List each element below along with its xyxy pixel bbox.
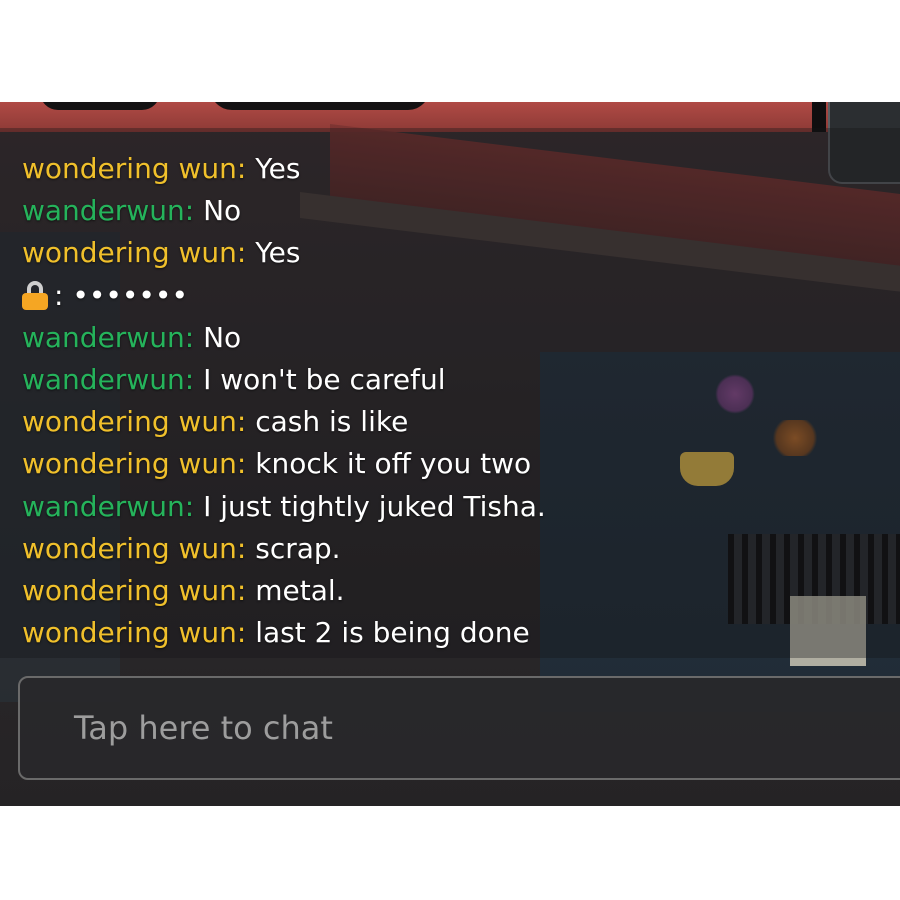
chat-message-text: No: [203, 320, 242, 354]
chat-message: wondering wun: knock it off you two: [22, 443, 882, 485]
chat-username[interactable]: wanderwun: [22, 194, 185, 227]
chat-input[interactable]: Tap here to chat: [18, 676, 900, 780]
chat-message: : •••••••: [22, 275, 882, 317]
chat-message-separator: :: [184, 320, 195, 354]
chat-message: wanderwun: No: [22, 317, 882, 359]
chat-message-text: scrap.: [255, 531, 341, 565]
chat-message-text: metal.: [255, 573, 345, 607]
chat-username[interactable]: wanderwun: [22, 490, 185, 523]
chat-username[interactable]: wondering wun: [22, 236, 237, 269]
chat-message: wondering wun: Yes: [22, 148, 882, 190]
chat-username[interactable]: wondering wun: [22, 405, 237, 438]
chat-username[interactable]: wanderwun: [22, 363, 185, 396]
chat-username[interactable]: wondering wun: [22, 447, 237, 480]
chat-message-separator: :: [236, 405, 247, 439]
chat-message-text: Yes: [255, 152, 301, 185]
lock-icon: [22, 280, 48, 310]
chat-message-separator: :: [184, 362, 195, 396]
chat-message-separator: :: [184, 489, 195, 523]
chat-message-text: Yes: [255, 236, 301, 270]
chat-username[interactable]: wondering wun: [22, 574, 237, 607]
chat-username[interactable]: wondering wun: [22, 532, 237, 565]
chat-message-text: knock it off you two: [255, 447, 532, 481]
chat-message-separator: :: [236, 573, 247, 607]
chat-message: wondering wun: cash is like: [22, 401, 882, 443]
chat-message: wanderwun: No: [22, 190, 882, 232]
chat-message-text: last 2 is being done: [255, 616, 530, 650]
chat-log: wondering wun: Yes wanderwun: No wondering…: [22, 148, 882, 654]
chat-message-separator: :: [236, 616, 247, 650]
chat-username[interactable]: wondering wun: [22, 616, 237, 649]
game-screen: wondering wun: Yes wanderwun: No wondering…: [0, 102, 900, 806]
chat-message-separator: :: [184, 194, 195, 228]
chat-message-separator: :: [236, 152, 247, 185]
chat-message-separator: :: [236, 531, 247, 565]
chat-message-separator: :: [236, 447, 247, 481]
roof-shadow: [40, 102, 160, 110]
chat-username[interactable]: wanderwun: [22, 321, 185, 354]
chat-message: wondering wun: metal.: [22, 570, 882, 612]
chat-message: wondering wun: last 2 is being done: [22, 612, 882, 654]
chat-message-text: cash is like: [255, 405, 409, 439]
chat-message: wondering wun: Yes: [22, 232, 882, 274]
chat-message-text: No: [203, 194, 242, 228]
chat-message-text: •••••••: [72, 278, 188, 312]
chat-message-separator: :: [54, 278, 64, 312]
chat-input-placeholder: Tap here to chat: [74, 709, 333, 747]
chat-username[interactable]: wondering wun: [22, 152, 237, 185]
chat-message-separator: :: [236, 236, 247, 270]
chat-message: wanderwun: I just tightly juked Tisha.: [22, 486, 882, 528]
chat-message: wondering wun: scrap.: [22, 528, 882, 570]
chat-message-text: I won't be careful: [203, 362, 446, 396]
chat-message-text: I just tightly juked Tisha.: [203, 489, 546, 523]
roof-shadow: [210, 102, 430, 110]
chat-message: wanderwun: I won't be careful: [22, 359, 882, 401]
